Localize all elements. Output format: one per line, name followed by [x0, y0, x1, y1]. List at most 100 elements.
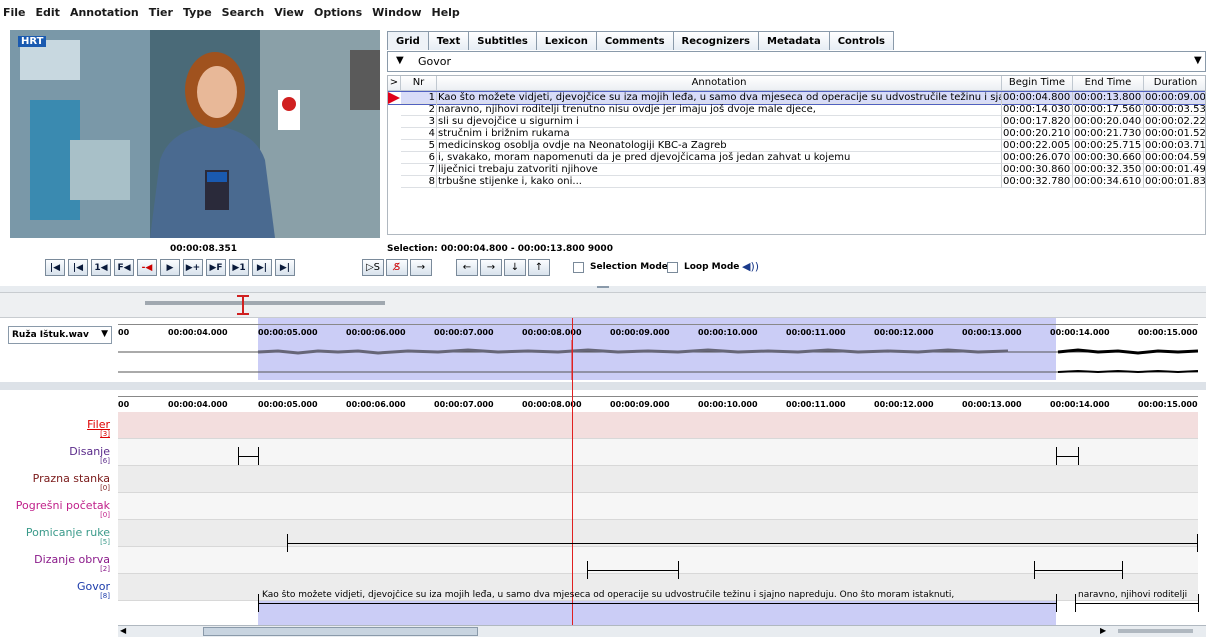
row-duration[interactable]: 00:00:03.530: [1144, 104, 1205, 116]
tier-label[interactable]: Filer [3]: [0, 418, 114, 438]
tier-row[interactable]: [118, 493, 1198, 520]
selection-to-crosshair-button[interactable]: →: [410, 259, 432, 276]
col-header-end[interactable]: End Time: [1073, 76, 1144, 91]
row-end-time[interactable]: 00:00:25.715: [1073, 140, 1144, 152]
next-annotation-button[interactable]: →: [480, 259, 502, 276]
scrollbar-thumb[interactable]: [203, 627, 478, 636]
menu-type[interactable]: Type: [183, 6, 212, 19]
menu-file[interactable]: File: [3, 6, 26, 19]
row-duration[interactable]: 00:00:04.590: [1144, 152, 1205, 164]
tier-label[interactable]: Prazna stanka [0]: [0, 472, 114, 492]
row-begin-time[interactable]: 00:00:20.210: [1002, 128, 1073, 140]
row-end-time[interactable]: 00:00:34.610: [1073, 176, 1144, 188]
row-nr[interactable]: 4: [401, 128, 437, 140]
go-to-end-button[interactable]: ▶|: [275, 259, 295, 276]
scroll-left-icon[interactable]: ◀: [120, 626, 126, 635]
row-begin-time[interactable]: 00:00:32.780: [1002, 176, 1073, 188]
table-row[interactable]: 2 naravno, njihovi roditelji trenutno nis…: [388, 104, 1205, 116]
disanje-annotation[interactable]: [1056, 456, 1078, 457]
volume-icon[interactable]: ◀)): [742, 260, 759, 273]
scroll-right-icon[interactable]: ▶: [1100, 626, 1106, 635]
next-second-button[interactable]: ▶1: [229, 259, 249, 276]
table-row[interactable]: 5 medicinskog osoblja ovdje na Neonatolog…: [388, 140, 1205, 152]
selection-mode-checkbox[interactable]: [573, 262, 584, 273]
zoom-slider[interactable]: [1118, 629, 1193, 633]
prev-annotation-button[interactable]: ←: [456, 259, 478, 276]
row-nr[interactable]: 8: [401, 176, 437, 188]
row-nr[interactable]: 3: [401, 116, 437, 128]
go-to-begin-button[interactable]: |◀: [45, 259, 65, 276]
row-annotation[interactable]: naravno, njihovi roditelji trenutno nisu…: [437, 104, 1002, 116]
prev-ms-button[interactable]: -◀: [137, 259, 157, 276]
dizanje-obrva-annotation[interactable]: [587, 570, 678, 571]
row-annotation[interactable]: medicinskog osoblja ovdje na Neonatologi…: [437, 140, 1002, 152]
menu-tier[interactable]: Tier: [149, 6, 173, 19]
tab-grid[interactable]: Grid: [387, 31, 429, 50]
col-header-annotation[interactable]: Annotation: [437, 76, 1002, 91]
tier-select[interactable]: ▼ Govor ▼: [387, 51, 1206, 72]
row-end-time[interactable]: 00:00:30.660: [1073, 152, 1144, 164]
tier-up-button[interactable]: ↑: [528, 259, 550, 276]
row-end-time[interactable]: 00:00:32.350: [1073, 164, 1144, 176]
clear-selection-button[interactable]: S̸: [386, 259, 408, 276]
table-row[interactable]: 4 stručnim i brižnim rukama 00:00:20.210 00…: [388, 128, 1205, 140]
row-nr[interactable]: 7: [401, 164, 437, 176]
loop-mode-checkbox[interactable]: [667, 262, 678, 273]
row-annotation[interactable]: trbušne stijenke i, kako oni...: [437, 176, 1002, 188]
row-begin-time[interactable]: 00:00:17.820: [1002, 116, 1073, 128]
govor-annotation-2[interactable]: naravno, njihovi roditelji: [1078, 590, 1200, 600]
row-begin-time[interactable]: 00:00:04.800: [1002, 92, 1073, 104]
tab-text[interactable]: Text: [427, 31, 470, 50]
row-duration[interactable]: 00:00:01.490: [1144, 164, 1205, 176]
tier-row[interactable]: [118, 466, 1198, 493]
table-row[interactable]: 1 Kao što možete vidjeti, djevojčice su i…: [388, 91, 1205, 105]
row-nr[interactable]: 6: [401, 152, 437, 164]
menu-search[interactable]: Search: [222, 6, 265, 19]
row-annotation[interactable]: sli su djevojčice u sigurnim i: [437, 116, 1002, 128]
tier-down-button[interactable]: ↓: [504, 259, 526, 276]
row-nr[interactable]: 1: [401, 92, 437, 104]
col-header-nr[interactable]: Nr: [401, 76, 437, 91]
pomicanje-ruke-annotation[interactable]: [287, 543, 1197, 544]
row-duration[interactable]: 00:00:02.220: [1144, 116, 1205, 128]
tab-lexicon[interactable]: Lexicon: [535, 31, 597, 50]
col-header-begin[interactable]: Begin Time: [1002, 76, 1073, 91]
row-duration[interactable]: 00:00:09.000: [1144, 92, 1205, 104]
next-frame-button[interactable]: ▶F: [206, 259, 226, 276]
tier-label[interactable]: Pomicanje ruke [5]: [0, 526, 114, 546]
table-row[interactable]: 7 liječnici trebaju zatvoriti njihove 00:0…: [388, 164, 1205, 176]
disanje-annotation[interactable]: [238, 456, 258, 457]
menu-edit[interactable]: Edit: [36, 6, 60, 19]
row-annotation[interactable]: stručnim i brižnim rukama: [437, 128, 1002, 140]
col-header-duration[interactable]: Duration: [1144, 76, 1205, 91]
row-nr[interactable]: 2: [401, 104, 437, 116]
prev-scrollview-button[interactable]: |◀: [68, 259, 88, 276]
tab-subtitles[interactable]: Subtitles: [468, 31, 537, 50]
dizanje-obrva-annotation[interactable]: [1034, 570, 1122, 571]
row-duration[interactable]: 00:00:03.710: [1144, 140, 1205, 152]
tab-recognizers[interactable]: Recognizers: [672, 31, 760, 50]
row-annotation[interactable]: liječnici trebaju zatvoriti njihove: [437, 164, 1002, 176]
menu-window[interactable]: Window: [372, 6, 421, 19]
tier-label[interactable]: Pogrešni početak [0]: [0, 499, 114, 519]
row-duration[interactable]: 00:00:01.830: [1144, 176, 1205, 188]
row-end-time[interactable]: 00:00:20.040: [1073, 116, 1144, 128]
row-duration[interactable]: 00:00:01.520: [1144, 128, 1205, 140]
wave-tier-splitter[interactable]: [0, 382, 1206, 390]
next-scrollview-button[interactable]: ▶|: [252, 259, 272, 276]
row-annotation[interactable]: i, svakako, moram napomenuti da je pred …: [437, 152, 1002, 164]
govor-annotation-1[interactable]: Kao što možete vidjeti, djevojčice su iz…: [262, 590, 1052, 600]
govor-segment[interactable]: [1075, 603, 1198, 604]
menu-help[interactable]: Help: [432, 6, 460, 19]
menu-options[interactable]: Options: [314, 6, 362, 19]
splitter-grip[interactable]: [597, 286, 609, 288]
row-end-time[interactable]: 00:00:17.560: [1073, 104, 1144, 116]
row-begin-time[interactable]: 00:00:22.005: [1002, 140, 1073, 152]
menu-view[interactable]: View: [274, 6, 304, 19]
table-row[interactable]: 6 i, svakako, moram napomenuti da je pred…: [388, 152, 1205, 164]
tier-label[interactable]: Disanje [6]: [0, 445, 114, 465]
row-end-time[interactable]: 00:00:13.800: [1073, 92, 1144, 104]
row-annotation[interactable]: Kao što možete vidjeti, djevojčice su iz…: [437, 92, 1002, 104]
tab-controls[interactable]: Controls: [828, 31, 895, 50]
govor-segment[interactable]: [258, 603, 1056, 604]
